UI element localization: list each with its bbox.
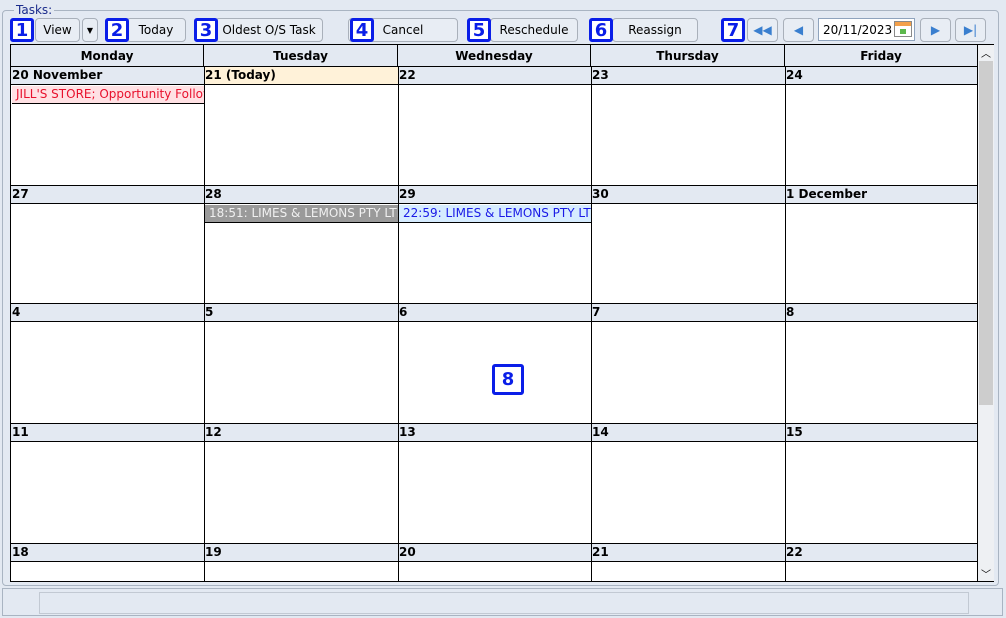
day-header-wednesday: Wednesday xyxy=(398,45,591,67)
date-header[interactable]: 22 xyxy=(785,543,977,562)
skip-back-icon: ◀◀ xyxy=(753,23,772,37)
column-divider xyxy=(398,67,399,581)
day-cell[interactable] xyxy=(785,323,977,423)
status-field xyxy=(39,592,969,614)
day-cell[interactable] xyxy=(204,86,398,185)
vertical-scrollbar[interactable]: ︿ ﹀ xyxy=(978,44,994,582)
date-header[interactable]: 23 xyxy=(591,66,785,85)
calendar-grid[interactable]: Monday Tuesday Wednesday Thursday Friday 20 N… xyxy=(10,44,978,582)
day-header-friday: Friday xyxy=(785,45,977,67)
calendar-event[interactable]: 18:51: LIMES & LEMONS PTY LTD: xyxy=(205,205,398,223)
date-header[interactable]: 20 xyxy=(398,543,591,562)
skip-forward-icon: ▶| xyxy=(963,23,978,37)
day-cell[interactable] xyxy=(204,563,398,581)
annotation-marker: 8 xyxy=(492,364,524,395)
annotation-marker: 7 xyxy=(721,18,745,42)
annotation-marker: 2 xyxy=(105,18,129,42)
view-dropdown-button[interactable]: ▼ xyxy=(82,18,98,42)
date-header[interactable]: 22 xyxy=(398,66,591,85)
date-header[interactable]: 8 xyxy=(785,303,977,322)
status-bar xyxy=(2,588,1003,616)
day-cell[interactable] xyxy=(785,205,977,303)
annotation-marker: 3 xyxy=(194,18,218,42)
calendar-event[interactable]: JILL'S STORE; Opportunity Follow-up xyxy=(12,86,204,104)
date-header[interactable]: 28 xyxy=(204,185,398,204)
date-header[interactable]: 7 xyxy=(591,303,785,322)
calendar-icon[interactable] xyxy=(894,21,912,37)
date-header[interactable]: 20 November xyxy=(11,66,204,85)
scrollbar-thumb[interactable] xyxy=(979,61,993,405)
day-cell[interactable] xyxy=(11,323,204,423)
day-cell[interactable] xyxy=(591,205,785,303)
date-header[interactable]: 12 xyxy=(204,423,398,442)
date-header[interactable]: 4 xyxy=(11,303,204,322)
reassign-button[interactable]: Reassign xyxy=(612,18,698,42)
date-header[interactable]: 13 xyxy=(398,423,591,442)
reschedule-button[interactable]: Reschedule xyxy=(490,18,578,42)
day-header-thursday: Thursday xyxy=(591,45,785,67)
chevron-down-icon[interactable]: ﹀ xyxy=(981,566,991,581)
date-header[interactable]: 21 (Today) xyxy=(204,66,398,85)
arrow-right-icon: ▶ xyxy=(930,23,941,37)
date-header[interactable]: 18 xyxy=(11,543,204,562)
day-cell[interactable] xyxy=(204,443,398,543)
day-cell[interactable] xyxy=(204,323,398,423)
oldest-os-task-button[interactable]: Oldest O/S Task xyxy=(215,18,323,42)
date-header[interactable]: 15 xyxy=(785,423,977,442)
date-header[interactable]: 5 xyxy=(204,303,398,322)
chevron-up-icon[interactable]: ︿ xyxy=(981,45,991,60)
day-cell[interactable] xyxy=(785,86,977,185)
column-divider xyxy=(204,67,205,581)
first-button[interactable]: ◀◀ xyxy=(747,18,778,42)
day-cell[interactable] xyxy=(591,323,785,423)
day-cell[interactable] xyxy=(11,563,204,581)
date-header[interactable]: 14 xyxy=(591,423,785,442)
annotation-marker: 5 xyxy=(467,18,491,42)
annotation-marker: 1 xyxy=(10,18,34,42)
column-divider xyxy=(591,67,592,581)
date-header[interactable]: 1 December xyxy=(785,185,977,204)
last-button[interactable]: ▶| xyxy=(955,18,986,42)
day-cell[interactable] xyxy=(398,86,591,185)
annotation-marker: 6 xyxy=(589,18,613,42)
day-cell[interactable] xyxy=(591,443,785,543)
date-header[interactable]: 21 xyxy=(591,543,785,562)
annotation-marker: 4 xyxy=(350,18,374,42)
column-divider xyxy=(785,67,786,581)
date-header[interactable]: 29 xyxy=(398,185,591,204)
date-header[interactable]: 11 xyxy=(11,423,204,442)
day-cell[interactable] xyxy=(398,443,591,543)
prev-button[interactable]: ◀ xyxy=(783,18,814,42)
day-header-monday: Monday xyxy=(11,45,204,67)
view-button[interactable]: View xyxy=(35,18,80,42)
day-cell[interactable] xyxy=(591,563,785,581)
caret-down-icon: ▼ xyxy=(86,25,94,35)
calendar-event[interactable]: 22:59: LIMES & LEMONS PTY LTD xyxy=(399,205,591,223)
panel-title: Tasks: xyxy=(14,3,55,17)
day-header-tuesday: Tuesday xyxy=(204,45,398,67)
day-cell[interactable] xyxy=(11,205,204,303)
day-cell[interactable] xyxy=(785,443,977,543)
date-header[interactable]: 27 xyxy=(11,185,204,204)
day-cell[interactable] xyxy=(785,563,977,581)
arrow-left-icon: ◀ xyxy=(793,23,804,37)
day-cell[interactable] xyxy=(398,563,591,581)
date-header[interactable]: 30 xyxy=(591,185,785,204)
today-button[interactable]: Today xyxy=(126,18,186,42)
day-cell[interactable] xyxy=(11,443,204,543)
next-button[interactable]: ▶ xyxy=(920,18,951,42)
date-header[interactable]: 19 xyxy=(204,543,398,562)
day-cell[interactable] xyxy=(591,86,785,185)
date-header[interactable]: 24 xyxy=(785,66,977,85)
date-header[interactable]: 6 xyxy=(398,303,591,322)
